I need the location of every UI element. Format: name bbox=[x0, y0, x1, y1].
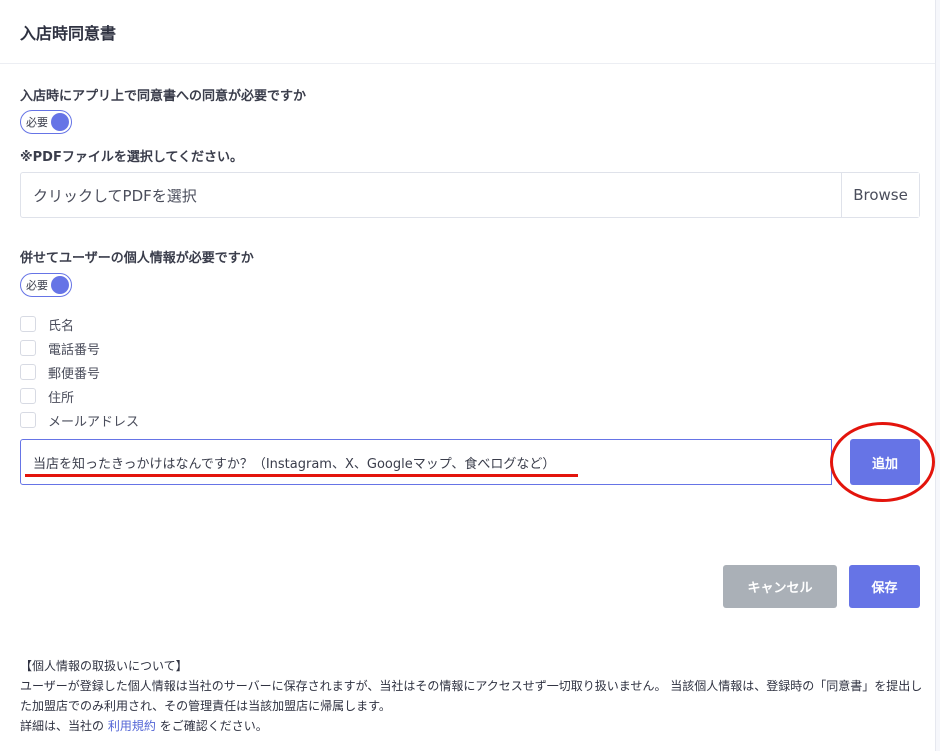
personal-info-toggle[interactable]: 必要 bbox=[20, 273, 72, 297]
annotation-circle bbox=[830, 422, 935, 502]
personal-info-question: 併せてユーザーの個人情報が必要ですか bbox=[20, 251, 254, 266]
field-label: 氏名 bbox=[48, 318, 75, 334]
card-header: 入店時同意書 bbox=[0, 0, 935, 64]
personal-info-field-list: 氏名 電話番号 郵便番号 住所 メールアドレス bbox=[20, 312, 139, 432]
consent-toggle-label: 必要 bbox=[26, 116, 48, 129]
annotation-underline bbox=[25, 474, 578, 477]
privacy-notice-heading: 【個人情報の取扱いについて】 bbox=[20, 659, 188, 673]
field-option-phone[interactable]: 電話番号 bbox=[20, 336, 139, 360]
detail-prefix: 詳細は、当社の bbox=[20, 719, 105, 733]
field-label: 電話番号 bbox=[48, 342, 101, 358]
privacy-notice-detail: 詳細は、当社の 利用規約 をご確認ください。 bbox=[20, 716, 925, 736]
detail-suffix: をご確認ください。 bbox=[159, 719, 268, 733]
browse-button[interactable]: Browse bbox=[841, 173, 919, 217]
name-checkbox[interactable] bbox=[20, 316, 36, 332]
field-label: 郵便番号 bbox=[48, 366, 101, 382]
postal-code-checkbox[interactable] bbox=[20, 364, 36, 380]
field-option-name[interactable]: 氏名 bbox=[20, 312, 139, 336]
consent-required-question: 入店時にアプリ上で同意書への同意が必要ですか bbox=[20, 89, 307, 104]
pdf-instruction: ※PDFファイルを選択してください。 bbox=[20, 150, 244, 165]
custom-question-input[interactable]: 当店を知ったきっかけはなんですか？（Instagram、X、Googleマップ、… bbox=[20, 439, 832, 485]
terms-link[interactable]: 利用規約 bbox=[108, 719, 156, 733]
page-title: 入店時同意書 bbox=[20, 24, 117, 43]
cancel-button[interactable]: キャンセル bbox=[723, 565, 837, 608]
field-option-email[interactable]: メールアドレス bbox=[20, 408, 139, 432]
email-checkbox[interactable] bbox=[20, 412, 36, 428]
phone-checkbox[interactable] bbox=[20, 340, 36, 356]
field-label: メールアドレス bbox=[48, 414, 140, 430]
field-option-postal-code[interactable]: 郵便番号 bbox=[20, 360, 139, 384]
field-label: 住所 bbox=[48, 390, 75, 406]
consent-required-toggle[interactable]: 必要 bbox=[20, 110, 72, 134]
save-button[interactable]: 保存 bbox=[849, 565, 920, 608]
toggle-knob bbox=[51, 113, 69, 131]
personal-info-toggle-label: 必要 bbox=[26, 279, 48, 292]
privacy-notice: 【個人情報の取扱いについて】 ユーザーが登録した個人情報は当社のサーバーに保存さ… bbox=[20, 656, 925, 736]
field-option-address[interactable]: 住所 bbox=[20, 384, 139, 408]
privacy-notice-body: ユーザーが登録した個人情報は当社のサーバーに保存されますが、当社はその情報にアク… bbox=[20, 679, 923, 713]
pdf-file-input[interactable]: クリックしてPDFを選択 bbox=[21, 173, 841, 217]
consent-settings-card: 入店時同意書 入店時にアプリ上で同意書への同意が必要ですか 必要 ※PDFファイ… bbox=[0, 0, 936, 751]
address-checkbox[interactable] bbox=[20, 388, 36, 404]
pdf-file-picker[interactable]: クリックしてPDFを選択 Browse bbox=[20, 172, 920, 218]
toggle-knob bbox=[51, 276, 69, 294]
